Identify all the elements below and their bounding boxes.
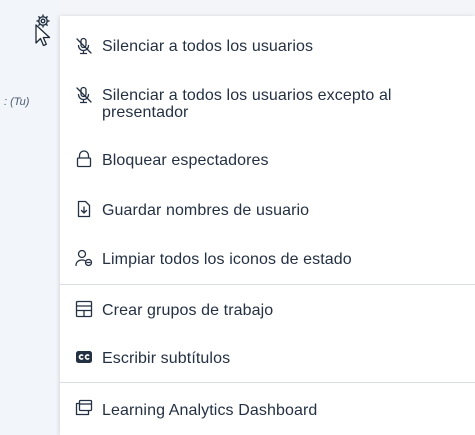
dashboard-icon bbox=[75, 399, 93, 417]
mouse-cursor-icon bbox=[35, 24, 51, 47]
menu-item-create-breakout-rooms[interactable]: Crear grupos de trabajo bbox=[60, 294, 475, 326]
menu-item-mute-all-except-presenter[interactable]: Silenciar a todos los usuarios excepto a… bbox=[60, 78, 475, 126]
menu-item-mute-all[interactable]: Silenciar a todos los usuarios bbox=[60, 30, 475, 62]
rooms-icon bbox=[75, 300, 93, 318]
menu-divider bbox=[60, 284, 475, 285]
settings-gear-button[interactable] bbox=[28, 10, 60, 48]
participants-panel: : (Tu) bbox=[0, 0, 60, 435]
menu-item-clear-status-icons[interactable]: Limpiar todos los iconos de estado bbox=[60, 243, 475, 275]
menu-item-label: Escribir subtítulos bbox=[102, 350, 231, 367]
menu-item-label: Learning Analytics Dashboard bbox=[102, 402, 318, 419]
menu-item-label: Limpiar todos los iconos de estado bbox=[102, 251, 352, 268]
menu-item-save-user-names[interactable]: Guardar nombres de usuario bbox=[60, 194, 475, 226]
menu-item-lock-viewers[interactable]: Bloquear espectadores bbox=[60, 144, 475, 176]
download-file-icon bbox=[75, 200, 93, 218]
menu-item-label: Silenciar a todos los usuarios bbox=[102, 38, 314, 55]
menu-item-label: Bloquear espectadores bbox=[102, 152, 269, 169]
closed-captions-icon bbox=[75, 348, 93, 366]
menu-divider bbox=[60, 382, 475, 383]
menu-item-learning-analytics-dashboard[interactable]: Learning Analytics Dashboard bbox=[60, 394, 475, 426]
menu-item-label: Silenciar a todos los usuarios excepto a… bbox=[102, 87, 392, 104]
clear-status-icon bbox=[75, 249, 93, 267]
manage-users-menu: Silenciar a todos los usuarios Silenciar… bbox=[60, 16, 475, 435]
menu-item-label: Crear grupos de trabajo bbox=[102, 302, 274, 319]
mute-icon bbox=[75, 86, 93, 104]
mute-icon bbox=[75, 37, 93, 55]
menu-item-label-line2: presentador bbox=[102, 104, 189, 121]
lock-icon bbox=[75, 150, 93, 168]
menu-item-write-captions[interactable]: Escribir subtítulos bbox=[60, 342, 475, 374]
menu-item-label: Guardar nombres de usuario bbox=[102, 202, 310, 219]
current-user-label: : (Tu) bbox=[4, 96, 30, 108]
